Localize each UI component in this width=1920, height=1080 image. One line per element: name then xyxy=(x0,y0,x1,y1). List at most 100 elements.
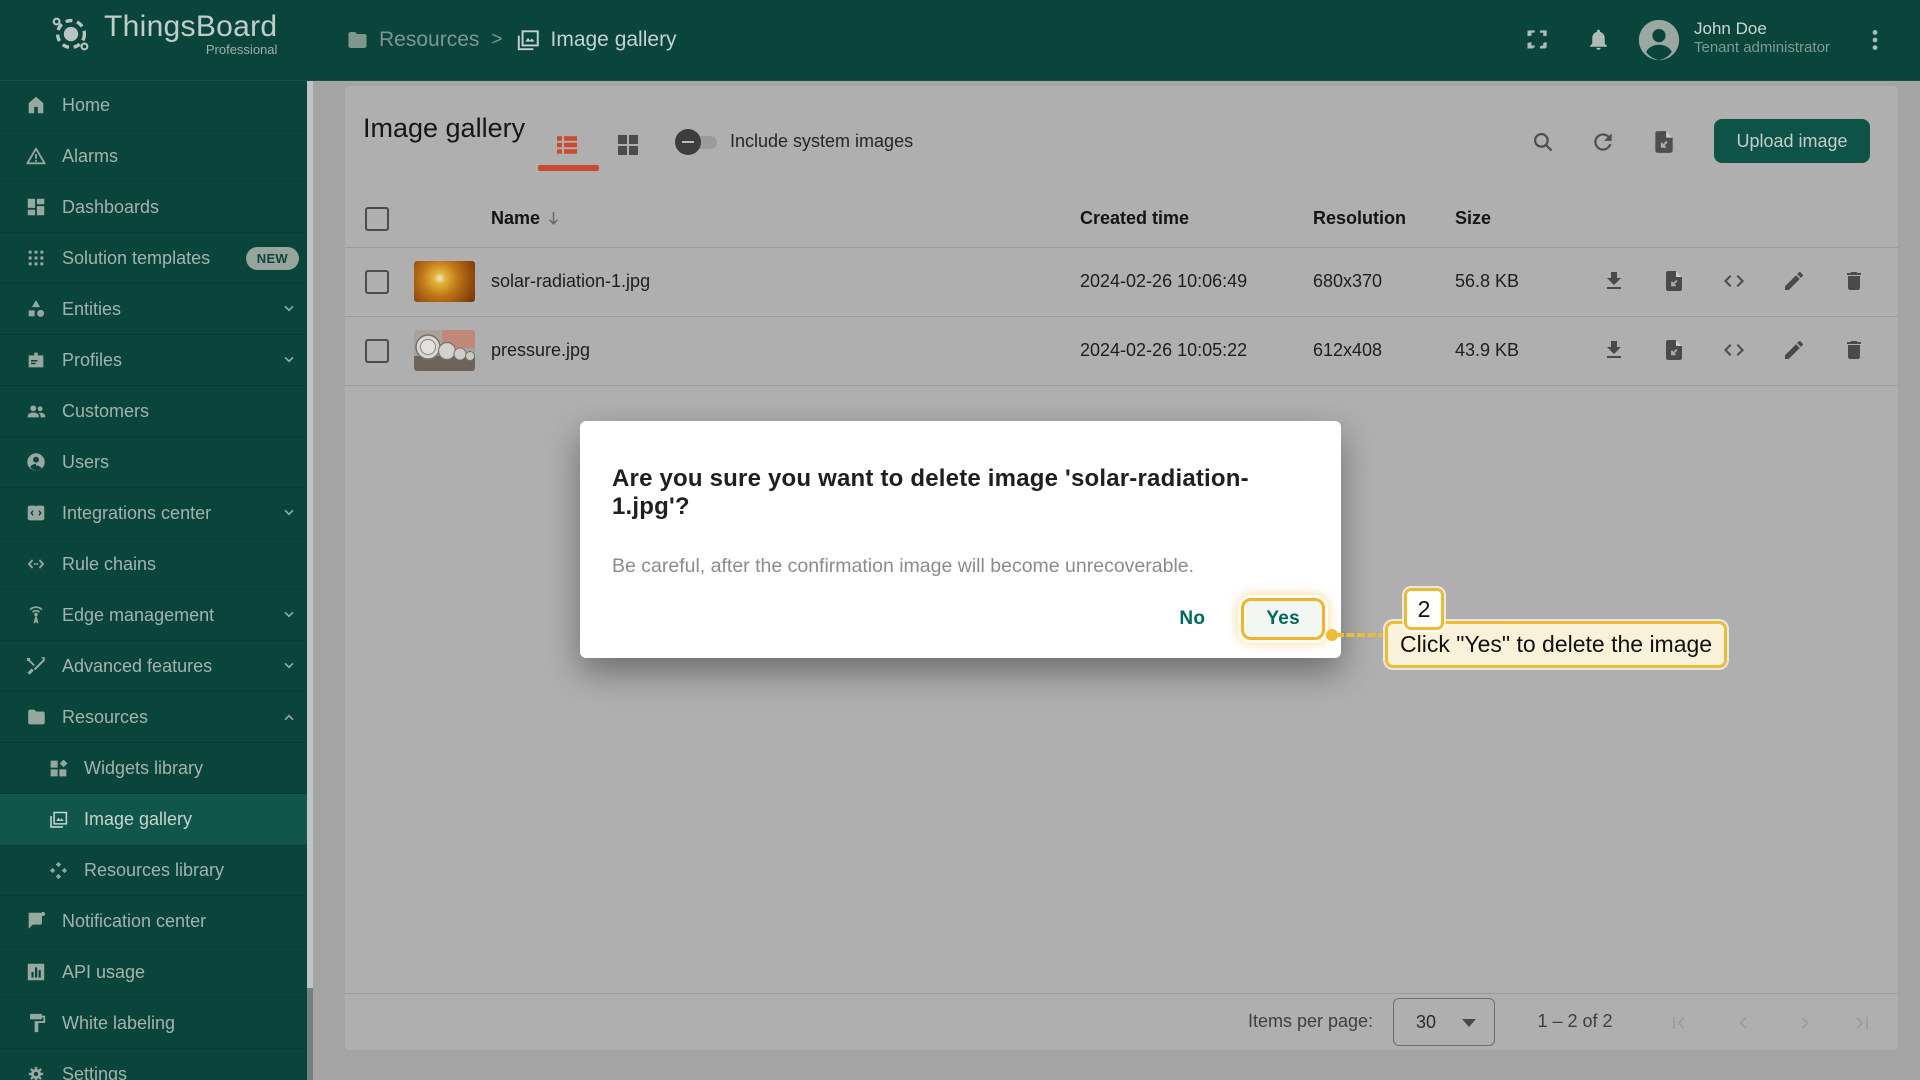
sidebar-scrollbar-thumb[interactable] xyxy=(307,80,313,988)
edit-button[interactable] xyxy=(1774,261,1814,301)
pagination-range: 1 – 2 of 2 xyxy=(1525,1011,1625,1032)
sidebar-item-customers[interactable]: Customers xyxy=(0,386,313,437)
more-vert-icon[interactable] xyxy=(1862,25,1888,55)
image-name[interactable]: solar-radiation-1.jpg xyxy=(491,247,650,316)
sidebar-item-dashboards[interactable]: Dashboards xyxy=(0,182,313,233)
code-brackets-icon xyxy=(1722,338,1746,362)
export-button[interactable] xyxy=(1654,330,1694,370)
sidebar-item-entities[interactable]: Entities xyxy=(0,284,313,335)
thingsboard-logo-icon xyxy=(48,11,94,57)
sidebar-item-white-labeling[interactable]: White labeling xyxy=(0,998,313,1049)
dialog-actions: No Yes xyxy=(1161,598,1333,640)
sidebar-item-advanced-features[interactable]: Advanced features xyxy=(0,641,313,692)
sidebar-item-resources[interactable]: Resources xyxy=(0,692,313,743)
grid-view-button[interactable] xyxy=(613,130,643,160)
column-header-resolution[interactable]: Resolution xyxy=(1313,208,1406,229)
yes-button-highlight: Yes xyxy=(1241,598,1325,640)
first-page-button[interactable] xyxy=(1661,1010,1685,1034)
table-row[interactable]: solar-radiation-1.jpg 2024-02-26 10:06:4… xyxy=(345,247,1898,317)
brand-edition: Professional xyxy=(206,42,278,57)
thingsboard-logo[interactable]: ThingsBoard Professional xyxy=(48,10,277,57)
chevron-down-icon xyxy=(279,605,299,625)
breadcrumb: Resources > Image gallery xyxy=(345,0,677,80)
row-checkbox[interactable] xyxy=(365,339,389,363)
fullscreen-icon[interactable] xyxy=(1523,26,1550,53)
folder-icon xyxy=(345,28,369,52)
widgets-icon xyxy=(46,758,70,779)
trash-icon xyxy=(1842,269,1866,293)
download-button[interactable] xyxy=(1594,330,1634,370)
resolution: 612x408 xyxy=(1313,316,1382,385)
table-row[interactable]: pressure.jpg 2024-02-26 10:05:22 612x408… xyxy=(345,316,1898,386)
breadcrumb-resources[interactable]: Resources xyxy=(345,28,479,52)
entities-icon xyxy=(24,298,48,320)
items-per-page-select[interactable]: 30 xyxy=(1393,998,1495,1046)
previous-page-button[interactable] xyxy=(1725,1010,1749,1034)
image-thumbnail[interactable] xyxy=(414,330,475,371)
list-view-button[interactable] xyxy=(552,130,582,160)
breadcrumb-image-gallery[interactable]: Image gallery xyxy=(515,27,677,53)
upload-image-button[interactable]: Upload image xyxy=(1714,119,1870,163)
yes-button[interactable]: Yes xyxy=(1244,601,1322,637)
search-icon[interactable] xyxy=(1530,129,1556,155)
import-file-icon[interactable] xyxy=(1651,129,1677,155)
notifications-bell-icon[interactable] xyxy=(1586,26,1611,53)
profiles-icon xyxy=(24,349,48,371)
sidebar-item-alarms[interactable]: Alarms xyxy=(0,131,313,182)
column-header-created-time[interactable]: Created time xyxy=(1080,208,1189,229)
dashboards-icon xyxy=(24,196,48,218)
sidebar-item-settings[interactable]: Settings xyxy=(0,1049,313,1080)
created-time: 2024-02-26 10:06:49 xyxy=(1080,247,1247,316)
table-header-row: Name Created time Resolution Size xyxy=(345,190,1898,248)
page-title: Image gallery xyxy=(363,113,525,144)
sidebar-item-api-usage[interactable]: API usage xyxy=(0,947,313,998)
sidebar-item-solution-templates[interactable]: Solution templates NEW xyxy=(0,233,313,284)
export-file-icon xyxy=(1662,269,1686,293)
chevron-down-icon xyxy=(279,299,299,319)
delete-button[interactable] xyxy=(1834,261,1874,301)
select-all-checkbox[interactable] xyxy=(365,207,389,231)
download-button[interactable] xyxy=(1594,261,1634,301)
sidebar-item-widgets-library[interactable]: Widgets library xyxy=(0,743,313,794)
image-gallery-icon xyxy=(46,809,70,830)
resources-library-icon xyxy=(46,860,70,881)
column-header-name[interactable]: Name xyxy=(491,208,563,229)
delete-button[interactable] xyxy=(1834,330,1874,370)
last-page-button[interactable] xyxy=(1844,1010,1868,1034)
paint-roller-icon xyxy=(24,1012,48,1034)
folder-icon xyxy=(24,706,48,728)
next-page-button[interactable] xyxy=(1787,1010,1811,1034)
file-size: 43.9 KB xyxy=(1455,316,1519,385)
alarm-warning-icon xyxy=(24,145,48,167)
no-button[interactable]: No xyxy=(1161,598,1223,640)
column-header-size[interactable]: Size xyxy=(1455,208,1491,229)
edge-antenna-icon xyxy=(24,604,48,626)
image-thumbnail[interactable] xyxy=(414,261,475,302)
pencil-icon xyxy=(1782,269,1806,293)
edit-button[interactable] xyxy=(1774,330,1814,370)
sidebar-item-users[interactable]: Users xyxy=(0,437,313,488)
sort-arrow-down-icon xyxy=(544,209,563,228)
export-button[interactable] xyxy=(1654,261,1694,301)
sidebar-item-rule-chains[interactable]: Rule chains xyxy=(0,539,313,590)
sidebar-item-edge-management[interactable]: Edge management xyxy=(0,590,313,641)
image-name[interactable]: pressure.jpg xyxy=(491,316,590,385)
sidebar-item-image-gallery[interactable]: Image gallery xyxy=(0,794,313,845)
sidebar-item-notification-center[interactable]: Notification center xyxy=(0,896,313,947)
include-system-images-toggle[interactable] xyxy=(675,128,719,156)
user-avatar[interactable] xyxy=(1637,18,1681,62)
file-size: 56.8 KB xyxy=(1455,247,1519,316)
sidebar-item-home[interactable]: Home xyxy=(0,80,313,131)
dialog-message: Be careful, after the confirmation image… xyxy=(612,521,1309,578)
row-checkbox[interactable] xyxy=(365,270,389,294)
sidebar-item-profiles[interactable]: Profiles xyxy=(0,335,313,386)
breadcrumb-separator: > xyxy=(491,29,502,51)
embed-code-button[interactable] xyxy=(1714,261,1754,301)
user-info[interactable]: John Doe Tenant administrator xyxy=(1694,18,1830,58)
sidebar-item-resources-library[interactable]: Resources library xyxy=(0,845,313,896)
pencil-icon xyxy=(1782,338,1806,362)
sidebar-item-integrations-center[interactable]: Integrations center xyxy=(0,488,313,539)
embed-code-button[interactable] xyxy=(1714,330,1754,370)
refresh-icon[interactable] xyxy=(1590,129,1616,155)
active-tab-underline xyxy=(538,165,599,171)
